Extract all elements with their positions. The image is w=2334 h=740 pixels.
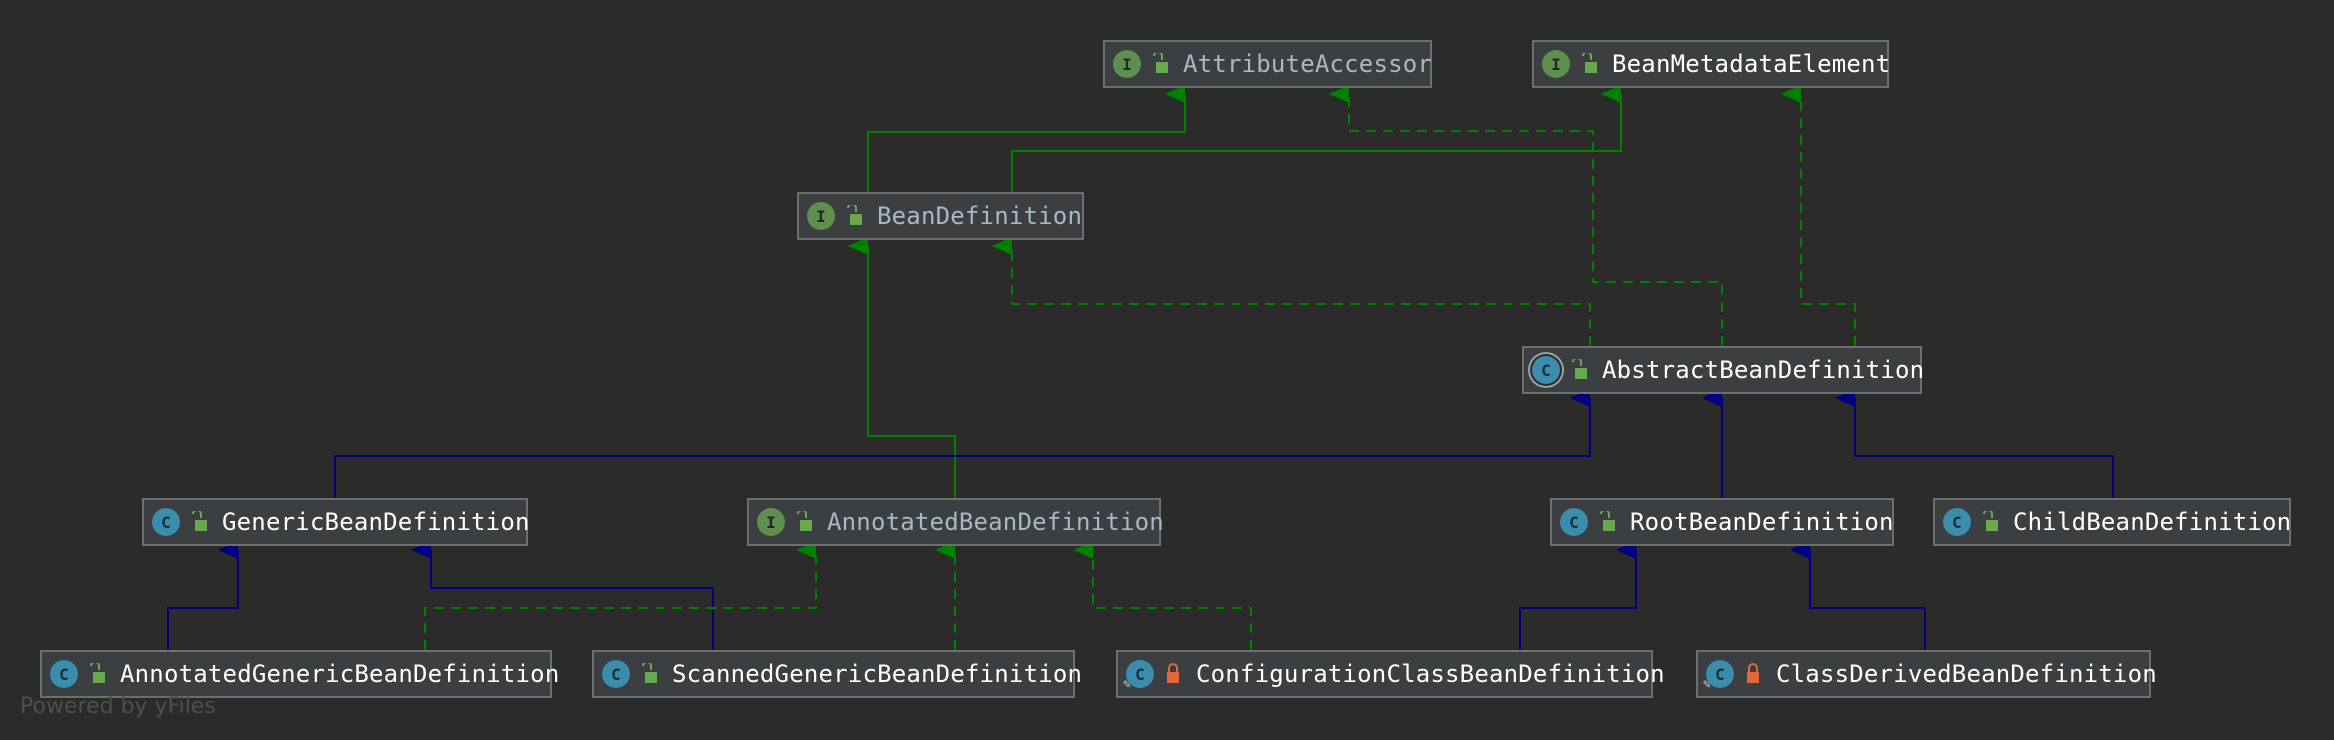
node-label: AbstractBeanDefinition: [1602, 356, 1925, 384]
node-bean-metadata-element[interactable]: I BeanMetadataElement: [1532, 40, 1891, 88]
node-bean-definition[interactable]: I BeanDefinition: [797, 192, 1084, 240]
badge-letter: C: [1715, 664, 1725, 684]
node-root-bean-definition[interactable]: C RootBeanDefinition: [1550, 498, 1894, 546]
unlocked-icon: [192, 511, 207, 531]
node-label: ScannedGenericBeanDefinition: [672, 660, 1083, 688]
class-c-icon: C: [602, 660, 630, 688]
unlocked-icon: [90, 663, 105, 683]
locked-icon: [1167, 663, 1179, 683]
node-label: BeanDefinition: [877, 202, 1083, 230]
edge-beandefinition-attributeaccessor: [867, 85, 1186, 192]
unlocked-icon: [642, 663, 657, 683]
class-hierarchy-diagram: I AttributeAccessor I BeanMetadataElemen…: [0, 0, 2334, 740]
final-pin-icon: ✎: [1703, 677, 1711, 692]
unlocked-icon: [1600, 511, 1615, 531]
node-label: RootBeanDefinition: [1630, 508, 1894, 536]
node-annotated-bean-definition[interactable]: I AnnotatedBeanDefinition: [747, 498, 1164, 546]
edge-genericbeandefinition-abstractbeandefinition: [334, 389, 1591, 498]
final-class-c-icon: C ✎: [1123, 660, 1154, 692]
node-label: AnnotatedGenericBeanDefinition: [120, 660, 560, 688]
node-label: ChildBeanDefinition: [2013, 508, 2292, 536]
edge-configurationclass-rootbeandefinition: [1519, 541, 1637, 650]
edge-abstractbeandefinition-beandefinition: [992, 237, 1591, 346]
node-class-derived-bean-definition[interactable]: C ✎ ClassDerivedBeanDefinition: [1696, 650, 2157, 698]
class-c-icon: C: [1560, 508, 1588, 536]
final-pin-icon: ✎: [1123, 677, 1131, 692]
node-label: BeanMetadataElement: [1612, 50, 1891, 78]
class-c-icon: C: [152, 508, 180, 536]
edge-annotatedbeandefinition-beandefinition: [848, 237, 956, 498]
abstract-class-icon: C: [1532, 356, 1560, 384]
node-configuration-class-bean-definition[interactable]: C ✎ ConfigurationClassBeanDefinition: [1116, 650, 1665, 698]
interface-i-icon: I: [757, 508, 785, 536]
unlocked-icon: [1983, 511, 1998, 531]
watermark: Powered by yFiles: [20, 694, 216, 719]
node-annotated-generic-bean-definition[interactable]: C AnnotatedGenericBeanDefinition: [40, 650, 559, 698]
node-abstract-bean-definition[interactable]: C AbstractBeanDefinition: [1522, 346, 1925, 394]
node-attribute-accessor[interactable]: I AttributeAccessor: [1103, 40, 1432, 88]
node-generic-bean-definition[interactable]: C GenericBeanDefinition: [142, 498, 530, 546]
node-label: ClassDerivedBeanDefinition: [1776, 660, 2157, 688]
interface-i-icon: I: [1113, 50, 1141, 78]
edge-abstractbeandefinition-attributeaccessor: [1329, 85, 1723, 346]
edge-beandefinition-beanmetadataelement: [1011, 85, 1622, 192]
unlocked-icon: [847, 205, 862, 225]
node-child-bean-definition[interactable]: C ChildBeanDefinition: [1933, 498, 2291, 546]
edge-childbeandefinition-abstractbeandefinition: [1835, 389, 2114, 498]
node-label: ConfigurationClassBeanDefinition: [1196, 660, 1665, 688]
edge-configurationclass-annotatedbeandefinition: [1073, 541, 1252, 650]
interface-i-icon: I: [807, 202, 835, 230]
unlocked-icon: [797, 511, 812, 531]
node-label: AnnotatedBeanDefinition: [827, 508, 1164, 536]
node-scanned-generic-bean-definition[interactable]: C ScannedGenericBeanDefinition: [592, 650, 1082, 698]
node-label: GenericBeanDefinition: [222, 508, 530, 536]
node-label: AttributeAccessor: [1183, 50, 1433, 78]
badge-letter: C: [1135, 664, 1145, 684]
edge-annotatedgeneric-genericbeandefinition: [167, 541, 239, 650]
unlocked-icon: [1153, 53, 1168, 73]
edge-classderived-rootbeandefinition: [1790, 541, 1926, 650]
inheritance-edges: [167, 85, 2114, 650]
locked-icon: [1747, 663, 1759, 683]
edge-abstractbeandefinition-beanmetadataelement: [1781, 85, 1856, 346]
unlocked-icon: [1582, 53, 1597, 73]
class-c-icon: C: [50, 660, 78, 688]
edge-annotatedgeneric-annotatedbeandefinition: [424, 541, 817, 650]
final-class-c-icon: C ✎: [1703, 660, 1734, 692]
edge-scannedgeneric-genericbeandefinition: [411, 541, 714, 650]
unlocked-icon: [1572, 359, 1587, 379]
class-c-icon: C: [1943, 508, 1971, 536]
interface-i-icon: I: [1542, 50, 1570, 78]
